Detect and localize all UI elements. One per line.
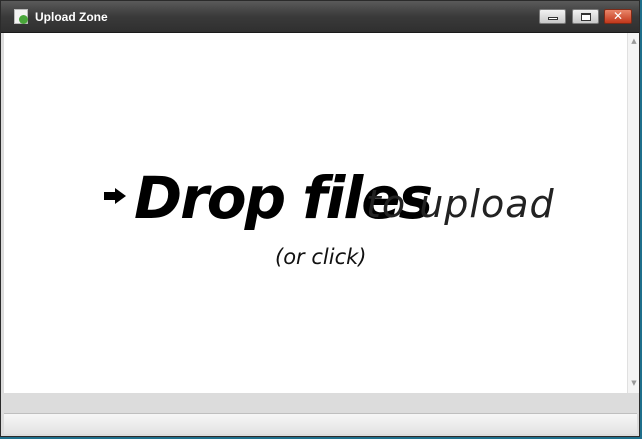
minimize-icon [548,17,558,20]
close-button[interactable]: ✕ [604,9,632,24]
close-icon: ✕ [612,9,624,23]
arrow-right-icon [104,188,126,204]
status-bar [4,413,637,434]
upload-zone-window: Upload Zone ✕ Drop files to upload (or c… [0,0,640,437]
drop-zone[interactable]: Drop files to upload (or click) [4,33,627,393]
window-title: Upload Zone [35,10,108,24]
app-icon [14,9,28,24]
to-upload-text: to upload [366,182,555,226]
maximize-icon [581,13,591,21]
title-bar[interactable]: Upload Zone ✕ [1,1,639,33]
maximize-button[interactable] [572,9,599,24]
minimize-button[interactable] [539,9,566,24]
scroll-up-icon[interactable]: ▲ [630,37,638,45]
vertical-scrollbar[interactable]: ▲ ▼ [627,33,639,393]
or-click-text: (or click) [275,245,367,269]
scroll-down-icon[interactable]: ▼ [630,379,638,387]
